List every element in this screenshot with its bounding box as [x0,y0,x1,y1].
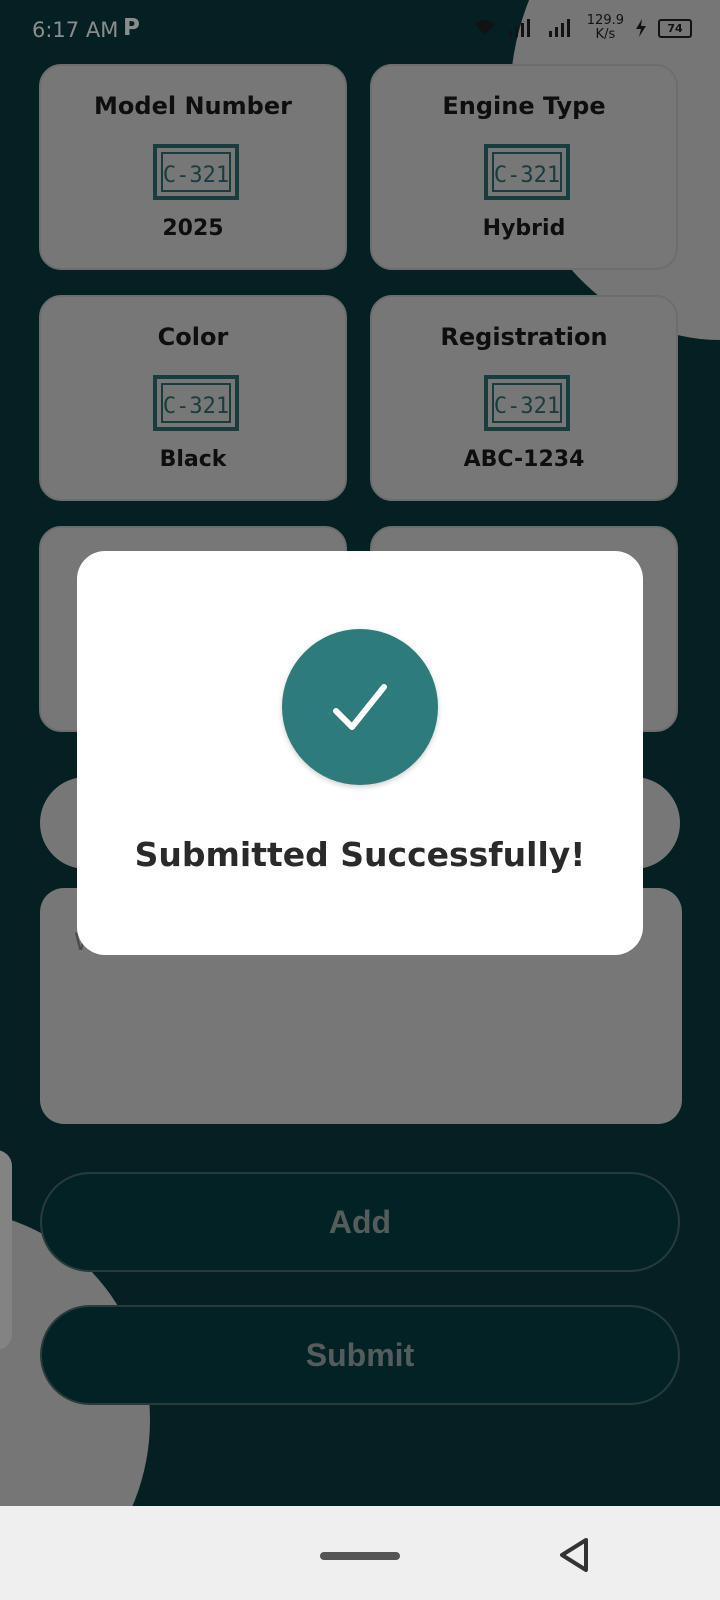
app-screen: 6:17 AM P 129.9 K/s 74 Model Number C-32… [0,0,720,1506]
system-nav-bar [0,1506,720,1600]
success-dialog: Submitted Successfully! [77,551,643,955]
success-message: Submitted Successfully! [134,835,586,874]
success-badge [282,629,438,785]
checkmark-icon [333,684,387,730]
home-gesture-bar[interactable] [320,1552,400,1560]
back-icon[interactable] [556,1536,592,1574]
